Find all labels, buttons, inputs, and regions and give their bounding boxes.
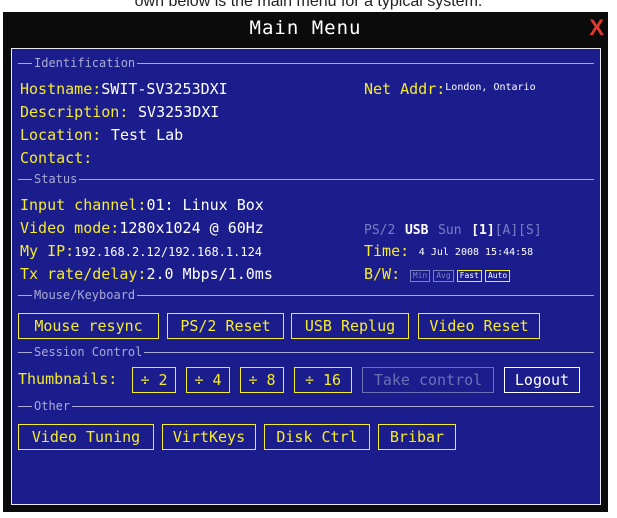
take-control-button[interactable]: Take control xyxy=(362,367,494,393)
section-divider xyxy=(18,406,594,407)
bw-label: B/W: xyxy=(364,265,401,283)
section-label: Identification xyxy=(32,56,138,70)
ps2-reset-button[interactable]: PS/2 Reset xyxy=(167,313,284,339)
my-ip-value: 192.168.2.12/192.168.1.124 xyxy=(74,245,263,259)
netaddr-label: Net Addr: xyxy=(364,80,446,98)
contact-label: Contact: xyxy=(20,149,93,167)
input-channel-value: 01: Linux Box xyxy=(146,196,264,214)
virtkeys-button[interactable]: VirtKeys xyxy=(162,424,256,450)
main-menu-window: Main Menu X Identification Hostname:SWIT… xyxy=(3,12,608,512)
section-label: Other xyxy=(32,399,73,413)
bw-avg-button[interactable]: Avg xyxy=(433,270,454,282)
location-row: Location: Test Lab xyxy=(20,126,183,144)
netaddr-row: Net Addr:London, Ontario xyxy=(364,79,536,98)
close-icon[interactable]: X xyxy=(589,15,604,41)
section-label: Mouse/Keyboard xyxy=(32,288,138,302)
bw-fast-button[interactable]: Fast xyxy=(456,270,482,282)
logout-button[interactable]: Logout xyxy=(504,367,580,393)
location-label: Location: xyxy=(20,126,102,144)
video-mode-label: Video mode: xyxy=(20,219,120,237)
window-title: Main Menu xyxy=(249,17,362,39)
kbd-sun: Sun xyxy=(438,223,462,238)
mouse-resync-button[interactable]: Mouse resync xyxy=(18,313,159,339)
hostname-row: Hostname:SWIT-SV3253DXI xyxy=(20,80,228,98)
kbd-channel: [1] xyxy=(471,223,495,238)
kbd-ps2: PS/2 xyxy=(364,223,396,238)
section-status: Status xyxy=(18,172,594,186)
time-row: Time: 4 Jul 2008 15:44:58 xyxy=(364,242,533,262)
bw-min-button[interactable]: Min xyxy=(409,270,431,282)
input-channel-label: Input channel: xyxy=(20,196,147,214)
usb-replug-button[interactable]: USB Replug xyxy=(291,313,409,339)
section-divider xyxy=(18,179,594,180)
time-label: Time: xyxy=(364,242,410,260)
hostname-value: SWIT-SV3253DXI xyxy=(101,80,228,98)
tx-rate-label: Tx rate/delay: xyxy=(20,265,147,283)
my-ip-label: My IP: xyxy=(20,242,75,260)
kbd-a: [A] xyxy=(494,223,519,238)
keyboard-type-row: PS/2 USB Sun [1][A][S] xyxy=(364,220,542,240)
input-channel-row: Input channel:01: Linux Box xyxy=(20,196,264,214)
title-bar: Main Menu X xyxy=(3,12,608,42)
page-caption: own below is the main menu for a typical… xyxy=(134,0,483,10)
disk-ctrl-button[interactable]: Disk Ctrl xyxy=(264,424,370,450)
video-tuning-button[interactable]: Video Tuning xyxy=(18,424,154,450)
thumbnails-div16-button[interactable]: ÷ 16 xyxy=(294,367,352,393)
section-mouse-keyboard: Mouse/Keyboard xyxy=(18,288,594,302)
section-other: Other xyxy=(18,399,594,413)
thumbnails-div8-button[interactable]: ÷ 8 xyxy=(240,367,284,393)
hostname-label: Hostname: xyxy=(20,80,102,98)
tx-rate-row: Tx rate/delay:2.0 Mbps/1.0ms xyxy=(20,265,273,283)
thumbnails-div2-button[interactable]: ÷ 2 xyxy=(132,367,176,393)
netaddr-value: London, Ontario xyxy=(445,82,536,93)
kbd-s: [S] xyxy=(518,223,542,238)
bandwidth-row: B/W: Min Avg Fast Auto xyxy=(364,265,513,283)
video-mode-row: Video mode:1280x1024 @ 60Hz xyxy=(20,219,264,237)
description-label: Description: xyxy=(20,103,129,121)
menu-panel: Identification Hostname:SWIT-SV3253DXI N… xyxy=(11,48,601,505)
thumbnails-label: Thumbnails: xyxy=(18,370,118,388)
bw-auto-button[interactable]: Auto xyxy=(484,270,511,282)
section-label: Status xyxy=(32,172,80,186)
description-value: SV3253DXI xyxy=(138,103,220,121)
time-value: 4 Jul 2008 15:44:58 xyxy=(418,247,534,258)
my-ip-row: My IP:192.168.2.12/192.168.1.124 xyxy=(20,242,262,261)
bribar-button[interactable]: Bribar xyxy=(378,424,456,450)
section-label: Session Control xyxy=(32,345,145,359)
section-identification: Identification xyxy=(18,56,594,70)
video-mode-value: 1280x1024 @ 60Hz xyxy=(119,219,264,237)
thumbnails-div4-button[interactable]: ÷ 4 xyxy=(186,367,230,393)
tx-rate-value: 2.0 Mbps/1.0ms xyxy=(146,265,273,283)
contact-row: Contact: xyxy=(20,149,92,167)
kbd-usb: USB xyxy=(404,223,429,238)
section-session-control: Session Control xyxy=(18,345,594,359)
description-row: Description: SV3253DXI xyxy=(20,103,219,121)
video-reset-button[interactable]: Video Reset xyxy=(418,313,540,339)
location-value: Test Lab xyxy=(110,126,184,144)
